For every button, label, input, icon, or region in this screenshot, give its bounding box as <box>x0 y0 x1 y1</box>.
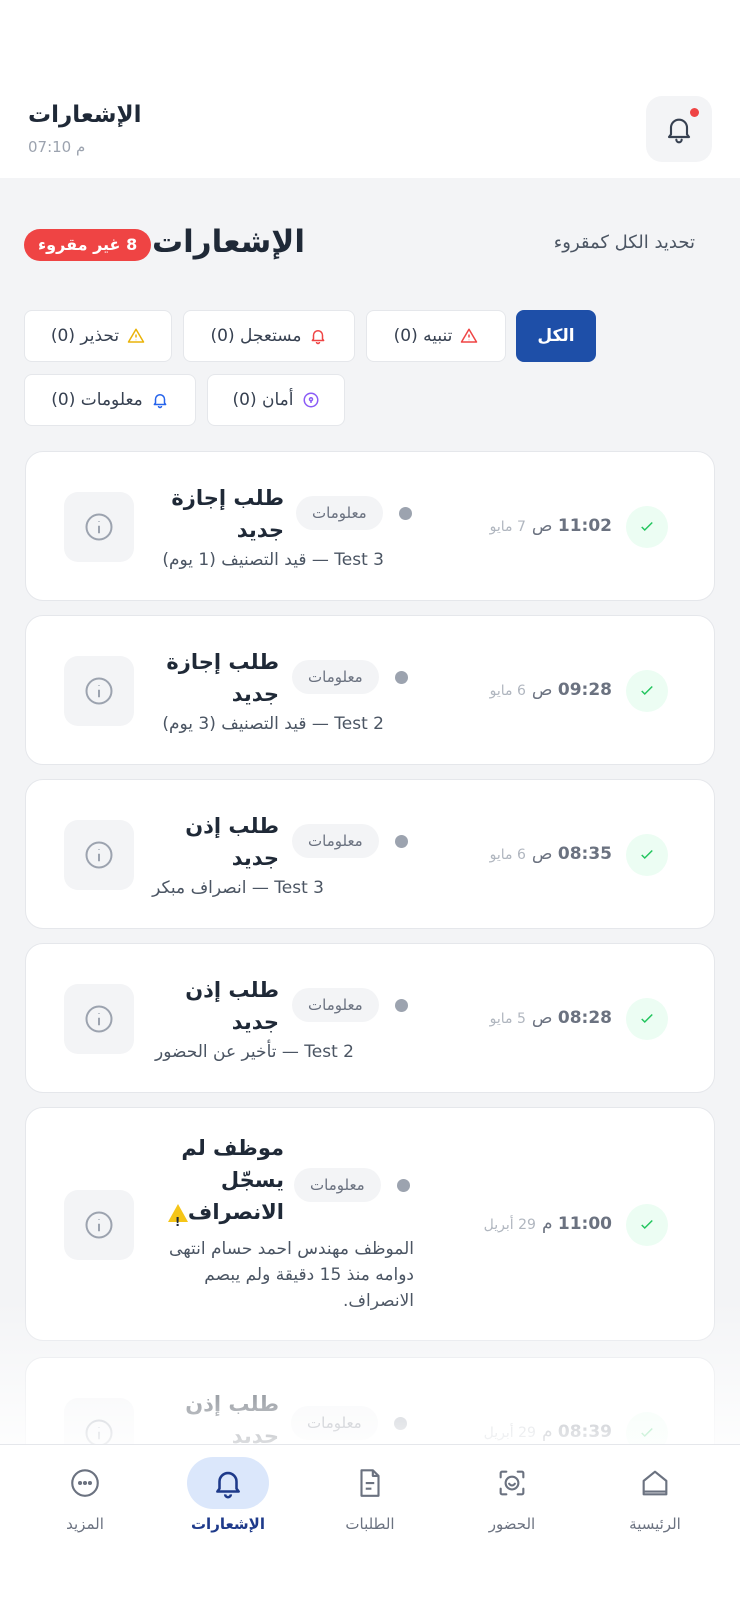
filter-chip-security[interactable]: أمان (0) <box>207 374 345 426</box>
filter-chip-alert[interactable]: تنبيه (0) <box>366 310 506 362</box>
page-title: الإشعارات <box>28 102 142 128</box>
read-check-icon <box>626 998 668 1040</box>
notification-time: 09:28 ص6 مايو <box>489 680 612 700</box>
info-button[interactable] <box>64 656 134 726</box>
more-icon <box>71 1469 99 1497</box>
home-icon <box>642 1470 668 1496</box>
notification-card[interactable]: 08:35 ص6 مايو معلومات طلب إذن جديد Test … <box>25 779 715 929</box>
info-icon <box>85 677 113 705</box>
nav-attendance[interactable]: الحضور <box>452 1457 572 1567</box>
notification-body: الموظف مهندس احمد حسام انتهى دوامه منذ 1… <box>169 1239 414 1311</box>
info-button[interactable] <box>64 492 134 562</box>
notification-card[interactable]: 11:00 م29 أبريل معلومات موظف لم يسجّل ال… <box>25 1107 715 1341</box>
filter-chip-label: تنبيه (0) <box>393 326 453 346</box>
filter-chip-label: مستعجل (0) <box>210 326 302 346</box>
notification-body: Test 2 — قيد التصنيف (3 يوم) <box>162 714 384 734</box>
notification-body: Test 2 — تأخير عن الحضور <box>155 1042 354 1062</box>
notification-card[interactable]: 08:28 ص5 مايو معلومات طلب إذن جديد Test … <box>25 943 715 1093</box>
filter-chip-label: الكل <box>537 326 575 346</box>
nav-requests[interactable]: الطلبات <box>310 1457 430 1567</box>
info-button[interactable] <box>64 984 134 1054</box>
unread-dot <box>690 108 699 117</box>
nav-label: الحضور <box>488 1515 536 1533</box>
nav-home[interactable]: الرئيسية <box>595 1457 715 1567</box>
notifications-bell-button[interactable] <box>646 96 712 162</box>
info-icon <box>85 841 113 869</box>
notification-time: 11:00 م29 أبريل <box>483 1214 612 1234</box>
category-tag: معلومات <box>292 988 379 1022</box>
clock-time: 07:10 م <box>28 138 86 156</box>
unread-count-badge: 8 غير مقروء <box>24 229 152 261</box>
category-tag: معلومات <box>296 496 383 530</box>
category-dot <box>397 1179 410 1192</box>
nav-label: المزيد <box>66 1515 104 1533</box>
category-tag: معلومات <box>292 660 379 694</box>
shield-icon <box>303 392 318 408</box>
read-check-icon <box>626 670 668 712</box>
mark-all-read-button[interactable]: تحديد الكل كمقروء <box>554 232 695 253</box>
warning-emoji-icon <box>167 1204 188 1238</box>
category-tag: معلومات <box>292 824 379 858</box>
document-icon <box>360 1469 380 1497</box>
notification-title: طلب إذن جديد <box>185 1392 279 1448</box>
category-tag: معلومات <box>291 1406 378 1440</box>
nav-label: الطلبات <box>345 1515 395 1533</box>
notification-title: طلب إجازة جديد <box>166 650 279 706</box>
nav-notifications[interactable]: الإشعارات <box>168 1457 288 1567</box>
nav-more[interactable]: المزيد <box>25 1457 145 1567</box>
info-button[interactable] <box>64 820 134 890</box>
notification-time: 11:02 ص7 مايو <box>489 516 612 536</box>
category-tag: معلومات <box>294 1168 381 1202</box>
face-scan-icon <box>499 1470 525 1496</box>
section-header: تحديد الكل كمقروء الإشعارات 8 غير مقروء <box>0 220 740 270</box>
notification-time: 08:39 م29 أبريل <box>483 1422 612 1442</box>
warning-triangle-icon <box>127 328 145 343</box>
notification-title: موظف لم يسجّل الانصراف <box>162 1132 284 1238</box>
category-dot <box>395 835 408 848</box>
bell-icon <box>312 330 325 345</box>
bell-icon <box>667 118 691 144</box>
filter-chip-label: معلومات (0) <box>51 390 143 410</box>
notification-title: طلب إذن جديد <box>185 814 279 870</box>
filter-chip-all[interactable]: الكل <box>516 310 596 362</box>
notification-title: طلب إذن جديد <box>185 978 279 1034</box>
category-dot <box>394 1417 407 1430</box>
filter-chip-label: تحذير (0) <box>50 326 120 346</box>
info-icon <box>85 513 113 541</box>
read-check-icon <box>626 506 668 548</box>
nav-label: الإشعارات <box>190 1515 265 1533</box>
section-title: الإشعارات <box>152 224 305 260</box>
category-dot <box>395 671 408 684</box>
top-bar: الإشعارات 07:10 م <box>0 0 740 178</box>
notification-body: Test 3 — انصراف مبكر <box>152 878 324 898</box>
info-button[interactable] <box>64 1190 134 1260</box>
read-check-icon <box>626 1204 668 1246</box>
notification-title: طلب إجازة جديد <box>171 486 284 542</box>
info-icon <box>85 1005 113 1033</box>
notification-time: 08:35 ص6 مايو <box>489 844 612 864</box>
category-dot <box>395 999 408 1012</box>
category-dot <box>399 507 412 520</box>
notification-card[interactable]: 09:28 ص6 مايو معلومات طلب إجازة جديد Tes… <box>25 615 715 765</box>
bell-icon <box>153 394 167 409</box>
filter-chip-info[interactable]: معلومات (0) <box>24 374 196 426</box>
notification-card[interactable]: 11:02 ص7 مايو معلومات طلب إجازة جديد Tes… <box>25 451 715 601</box>
notification-body: Test 3 — قيد التصنيف (1 يوم) <box>162 550 384 570</box>
bottom-navigation: الرئيسية الحضور الطلبات الإشعارات المزيد <box>0 1444 740 1600</box>
filter-chip-urgent[interactable]: مستعجل (0) <box>183 310 355 362</box>
notification-time: 08:28 ص5 مايو <box>489 1008 612 1028</box>
filter-chip-warning[interactable]: تحذير (0) <box>24 310 172 362</box>
info-icon <box>85 1211 113 1239</box>
bell-icon <box>216 1471 240 1499</box>
read-check-icon <box>626 834 668 876</box>
filter-chip-label: أمان (0) <box>232 390 294 410</box>
nav-label: الرئيسية <box>629 1515 681 1533</box>
alert-triangle-icon <box>461 328 478 343</box>
